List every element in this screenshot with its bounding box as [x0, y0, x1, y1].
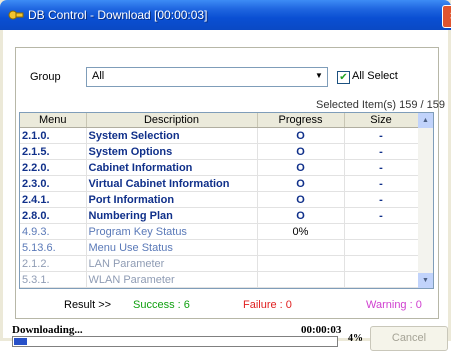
table-row[interactable]: 2.1.0. System Selection O - — [20, 127, 419, 144]
selected-count: Selected Item(s) 159 / 159 — [316, 99, 446, 111]
window: DB Control - Download [00:00:03] × Group… — [0, 0, 451, 351]
row-size: - — [344, 127, 419, 144]
row-progress: O — [257, 207, 345, 224]
dialog-body: Group All ▼ ✔ All Select Selected Item(s… — [3, 30, 448, 351]
row-description: Cabinet Information — [86, 159, 258, 176]
scroll-down-icon[interactable]: ▼ — [418, 273, 433, 288]
row-menu-code: 2.8.0. — [20, 207, 87, 224]
elapsed-time: 00:00:03 — [301, 324, 342, 336]
column-header-description[interactable]: Description — [86, 113, 258, 128]
failure-count: Failure : 0 — [243, 299, 292, 311]
app-icon — [8, 10, 24, 20]
progress-percent: 4% — [348, 333, 363, 344]
row-progress: O — [257, 175, 345, 192]
row-size: - — [344, 159, 419, 176]
group-label: Group — [30, 71, 61, 83]
row-size: - — [344, 207, 419, 224]
row-progress: 0% — [257, 223, 345, 240]
all-select-label: All Select — [352, 70, 398, 82]
row-menu-code: 2.4.1. — [20, 191, 87, 208]
column-header-menu[interactable]: Menu — [20, 113, 87, 128]
table-row[interactable]: 2.1.2. LAN Parameter — [20, 255, 419, 272]
row-description: System Options — [86, 143, 258, 160]
row-size: - — [344, 143, 419, 160]
row-size — [344, 271, 419, 288]
row-description: LAN Parameter — [86, 255, 258, 272]
table-row[interactable]: 2.3.0. Virtual Cabinet Information O - — [20, 175, 419, 192]
table-header: Menu Description Progress Size — [20, 113, 419, 128]
row-menu-code: 4.9.3. — [20, 223, 87, 240]
row-menu-code: 5.13.6. — [20, 239, 87, 256]
row-menu-code: 2.1.2. — [20, 255, 87, 272]
row-progress: O — [257, 127, 345, 144]
download-panel: Group All ▼ ✔ All Select Selected Item(s… — [15, 47, 445, 319]
status-text: Downloading... — [12, 324, 83, 336]
download-progress-bar — [12, 336, 338, 347]
menu-table: Menu Description Progress Size 2.1.0. Sys… — [19, 112, 434, 289]
row-description: Numbering Plan — [86, 207, 258, 224]
row-menu-code: 5.3.1. — [20, 271, 87, 288]
table-row[interactable]: 2.2.0. Cabinet Information O - — [20, 159, 419, 176]
row-menu-code: 2.2.0. — [20, 159, 87, 176]
row-description: Program Key Status — [86, 223, 258, 240]
table-row[interactable]: 5.3.1. WLAN Parameter — [20, 271, 419, 288]
title-bar[interactable]: DB Control - Download [00:00:03] × — [0, 0, 451, 30]
row-description: Virtual Cabinet Information — [86, 175, 258, 192]
success-count: Success : 6 — [133, 299, 190, 311]
close-button[interactable]: × — [442, 5, 451, 28]
row-menu-code: 2.3.0. — [20, 175, 87, 192]
group-select[interactable]: All ▼ — [86, 67, 328, 87]
row-description: Menu Use Status — [86, 239, 258, 256]
progress-fill — [14, 338, 27, 345]
row-menu-code: 2.1.0. — [20, 127, 87, 144]
group-select-value: All — [92, 70, 105, 82]
column-header-size[interactable]: Size — [344, 113, 419, 128]
row-description: System Selection — [86, 127, 258, 144]
row-progress — [257, 255, 345, 272]
row-progress — [257, 271, 345, 288]
scroll-up-icon[interactable]: ▲ — [418, 113, 433, 128]
table-row[interactable]: 2.4.1. Port Information O - — [20, 191, 419, 208]
row-progress — [257, 239, 345, 256]
table-row[interactable]: 4.9.3. Program Key Status 0% — [20, 223, 419, 240]
table-scrollbar[interactable]: ▲ ▼ — [418, 113, 433, 288]
cancel-button[interactable]: Cancel — [370, 326, 448, 351]
row-progress: O — [257, 159, 345, 176]
row-description: WLAN Parameter — [86, 271, 258, 288]
table-row[interactable]: 2.1.5. System Options O - — [20, 143, 419, 160]
row-menu-code: 2.1.5. — [20, 143, 87, 160]
row-size — [344, 223, 419, 240]
row-description: Port Information — [86, 191, 258, 208]
row-size: - — [344, 191, 419, 208]
row-size — [344, 239, 419, 256]
window-title: DB Control - Download [00:00:03] — [28, 8, 208, 22]
row-progress: O — [257, 191, 345, 208]
chevron-down-icon[interactable]: ▼ — [312, 69, 326, 83]
row-progress: O — [257, 143, 345, 160]
table-row[interactable]: 5.13.6. Menu Use Status — [20, 239, 419, 256]
all-select-checkbox[interactable]: ✔ — [337, 71, 350, 84]
warning-count: Warning : 0 — [366, 299, 422, 311]
result-label: Result >> — [64, 299, 112, 311]
row-size: - — [344, 175, 419, 192]
row-size — [344, 255, 419, 272]
table-row[interactable]: 2.8.0. Numbering Plan O - — [20, 207, 419, 224]
column-header-progress[interactable]: Progress — [257, 113, 345, 128]
